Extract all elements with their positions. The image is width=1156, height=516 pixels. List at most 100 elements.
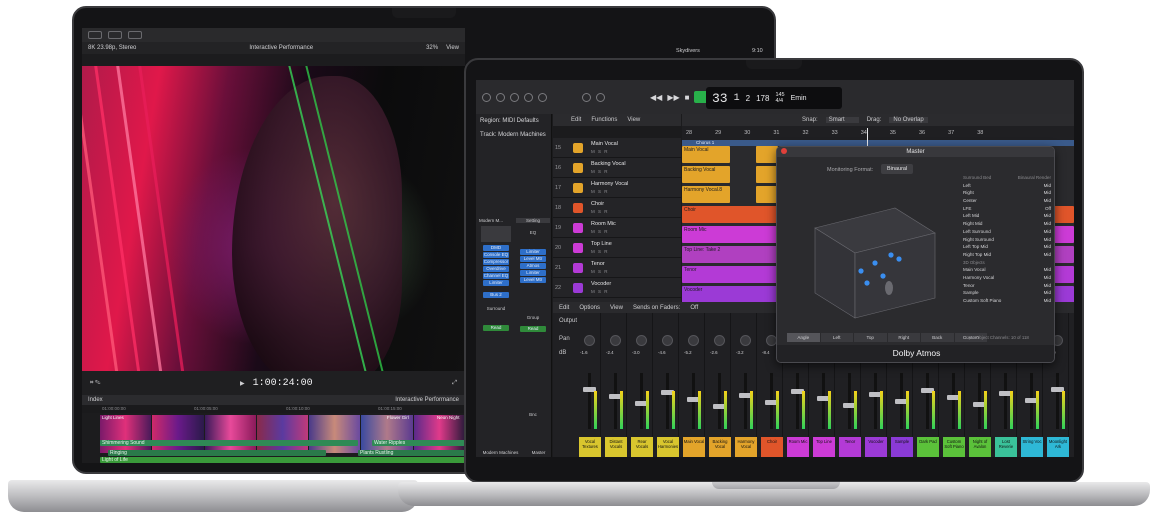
clip-thumb[interactable] [100, 415, 152, 453]
volume-fader-track[interactable] [874, 373, 877, 429]
track-header[interactable]: 22 Vocoder M S R [553, 278, 681, 298]
monitoring-format-menu[interactable]: Binaural [881, 164, 914, 174]
view-tab[interactable]: Right [887, 333, 920, 342]
channel-level-row[interactable]: Harmony Vocal Mid [963, 275, 1051, 283]
plugin-slot[interactable]: Compressor [483, 259, 509, 265]
track-header[interactable]: 15 Main Vocal M S R [553, 138, 681, 158]
plugin-slot[interactable]: Limiter [483, 280, 509, 286]
primary-storyline[interactable] [100, 415, 465, 453]
plugin-slot[interactable]: Overdrive [483, 266, 509, 272]
view-tab[interactable]: Top [854, 333, 887, 342]
edit-menu[interactable]: Edit [571, 117, 581, 123]
live-loops-icon[interactable] [596, 92, 605, 102]
volume-fader-track[interactable] [952, 373, 955, 429]
clip-thumb[interactable] [309, 415, 361, 453]
plugin-slot[interactable]: Limiter [520, 249, 546, 255]
audio-clip[interactable]: Shimmering Sound [100, 440, 358, 446]
volume-fader-track[interactable] [588, 373, 591, 429]
audio-clip[interactable]: Water Ripples [372, 440, 465, 446]
render-mode[interactable]: Mid [1044, 298, 1051, 306]
pan-knob[interactable] [610, 335, 621, 346]
render-mode[interactable]: Mid [1044, 244, 1051, 252]
render-mode[interactable]: Mid [1044, 221, 1051, 229]
keyword-button[interactable] [108, 31, 122, 39]
channel-level-row[interactable]: Right Top Mid Mid [963, 252, 1051, 260]
channel-level-row[interactable]: Right Mid Mid [963, 221, 1051, 229]
plugin-slot[interactable]: Atmos [520, 263, 546, 269]
channel-strip[interactable]: -2.6 Backing Vocal [709, 313, 731, 457]
track-msr-buttons[interactable]: M S R [591, 249, 609, 254]
zoom-level[interactable]: 32% [426, 45, 438, 51]
plugin-slot[interactable]: Level Mtr [520, 277, 546, 283]
track-msr-buttons[interactable]: M S R [591, 209, 609, 214]
mixer-edit-menu[interactable]: Edit [559, 305, 569, 311]
channel-level-row[interactable]: LFE Off [963, 206, 1051, 214]
track-msr-buttons[interactable]: M S R [591, 229, 609, 234]
plugin-slot[interactable]: Limiter [520, 270, 546, 276]
channel-strip[interactable]: -3.0 Rear Vocals [631, 313, 653, 457]
pan-knob[interactable] [584, 335, 595, 346]
transform-tool-icon[interactable]: ⌗ ✎ [90, 380, 101, 387]
volume-fader-track[interactable] [796, 373, 799, 429]
clip-thumb[interactable] [256, 415, 309, 453]
lcd-display[interactable]: 33 1 2 178 145 4/4 Emin [706, 87, 842, 109]
play-icon[interactable]: ▶ [240, 380, 245, 387]
render-mode[interactable]: Mid [1044, 237, 1051, 245]
channel-level-row[interactable]: Left Top Mid Mid [963, 244, 1051, 252]
channel-level-row[interactable]: Custom Soft Piano Mid [963, 298, 1051, 306]
library-icon[interactable] [482, 92, 491, 102]
volume-fader-track[interactable] [744, 373, 747, 429]
mixer-options-menu[interactable]: Options [579, 305, 600, 311]
volume-fader-track[interactable] [666, 373, 669, 429]
track-header[interactable]: 20 Top Line M S R [553, 238, 681, 258]
index-button[interactable]: Index [88, 397, 103, 403]
check-button[interactable] [128, 31, 142, 39]
bar-ruler[interactable]: 28 29 30 31 32 33 34 35 36 37 38 [682, 126, 1074, 140]
clip-thumb[interactable] [361, 415, 413, 453]
audio-region[interactable] [756, 166, 778, 183]
forward-icon[interactable]: ▶▶ [667, 93, 679, 102]
channel-level-row[interactable]: Left Mid [963, 183, 1051, 191]
view-tab[interactable]: Angle [787, 333, 820, 342]
render-mode[interactable]: Mid [1044, 252, 1051, 260]
volume-fader-track[interactable] [978, 373, 981, 429]
clip-thumb[interactable] [204, 415, 256, 453]
audio-clip[interactable]: Plants Rustling [358, 450, 465, 456]
region-inspector-header[interactable]: Region: MIDI Defaults [476, 114, 551, 128]
track-msr-buttons[interactable]: M S R [591, 289, 609, 294]
sends-on-faders-menu[interactable]: Off [690, 305, 698, 311]
pan-knob[interactable] [688, 335, 699, 346]
channel-strip[interactable]: -4.6 Vocal Harmonies [657, 313, 679, 457]
render-mode[interactable]: Mid [1044, 229, 1051, 237]
audio-region[interactable]: Backing Vocal [682, 166, 730, 183]
video-viewer[interactable] [82, 66, 465, 371]
pan-knob[interactable] [662, 335, 673, 346]
render-mode[interactable]: Mid [1044, 290, 1051, 298]
track-msr-buttons[interactable]: M S R [591, 149, 609, 154]
render-mode[interactable]: Mid [1044, 198, 1051, 206]
editors-icon[interactable] [582, 92, 591, 102]
object-position-cube[interactable] [795, 193, 945, 323]
view-tab[interactable]: Back [921, 333, 954, 342]
plugin-slot[interactable]: Console EQ [483, 252, 509, 258]
render-mode[interactable]: Off [1045, 206, 1051, 214]
pan-knob[interactable] [740, 335, 751, 346]
channel-level-row[interactable]: Main Vocal Mid [963, 267, 1051, 275]
track-msr-buttons[interactable]: M S R [591, 169, 609, 174]
plugin-slot[interactable]: Channel EQ [483, 273, 509, 279]
volume-fader-track[interactable] [718, 373, 721, 429]
audio-region[interactable] [756, 146, 778, 163]
view-menu[interactable]: View [627, 117, 640, 123]
plugin-slot[interactable]: DMD [483, 245, 509, 251]
track-header[interactable]: 17 Harmony Vocal M S R [553, 178, 681, 198]
inspector-icon[interactable] [496, 92, 505, 102]
bus-send[interactable]: Bus 2 [483, 292, 509, 298]
volume-fader-track[interactable] [1004, 373, 1007, 429]
bounce-button[interactable]: Bnc [516, 412, 550, 417]
automation-read[interactable]: Read [483, 325, 509, 331]
help-icon[interactable] [510, 92, 519, 102]
channel-strip[interactable]: -1.6 Vocal Textures [579, 313, 601, 457]
channel-level-row[interactable]: Right Mid [963, 190, 1051, 198]
pan-knob[interactable] [714, 335, 725, 346]
clip-thumb[interactable] [152, 415, 204, 453]
